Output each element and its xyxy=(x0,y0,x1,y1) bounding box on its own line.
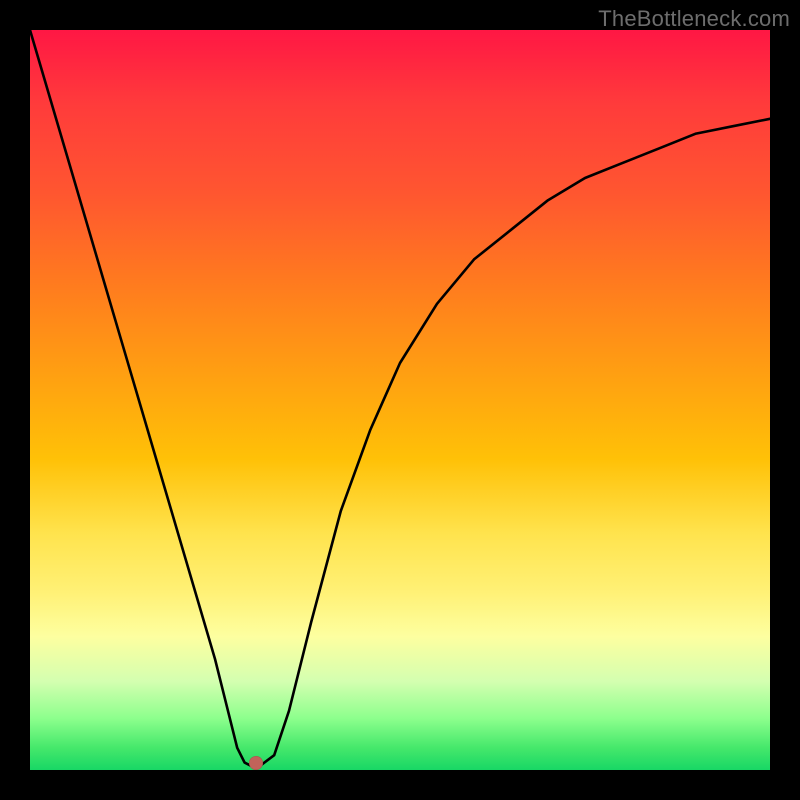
chart-frame: TheBottleneck.com xyxy=(0,0,800,800)
plot-area xyxy=(30,30,770,770)
optimum-marker xyxy=(249,756,263,770)
watermark-label: TheBottleneck.com xyxy=(598,6,790,32)
bottleneck-curve xyxy=(30,30,770,770)
